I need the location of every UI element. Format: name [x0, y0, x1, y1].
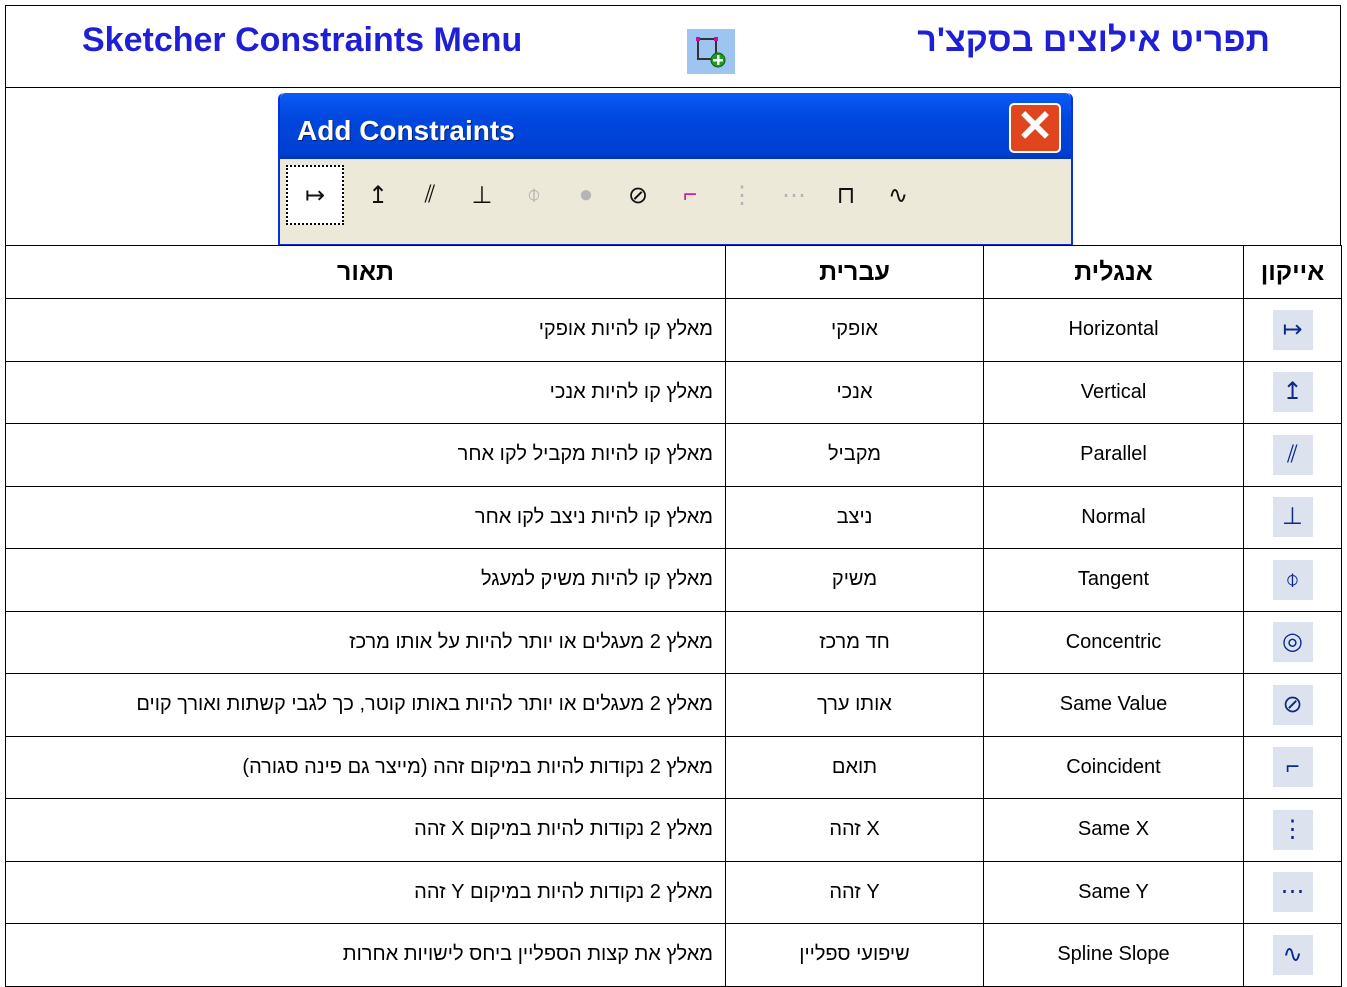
- tangent-constraint-icon[interactable]: ⌽: [514, 172, 554, 218]
- icon-cell: ⋯: [1243, 860, 1342, 924]
- english-name: Concentric: [983, 610, 1244, 674]
- english-name: Same X: [983, 798, 1244, 862]
- close-icon: ✕: [1016, 102, 1054, 151]
- english-name: Coincident: [983, 735, 1244, 799]
- english-name: Spline Slope: [983, 923, 1244, 987]
- header-hebrew: עברית: [725, 245, 984, 299]
- vertical-constraint-icon[interactable]: ↥: [358, 172, 398, 218]
- icon-cell: ⋮: [1243, 798, 1342, 862]
- same-value-constraint-icon: ⊘: [1272, 684, 1313, 725]
- coincident-constraint-icon[interactable]: ⌐: [670, 172, 710, 218]
- table-row: ⌐ Coincident תואם מאלץ 2 נקודות להיות במיקו…: [5, 735, 1342, 799]
- description: מאלץ קו להיות משיק למעגל: [5, 548, 726, 612]
- english-name: Horizontal: [983, 298, 1244, 362]
- spline-slope-constraint-icon: ∿: [1272, 934, 1313, 975]
- hebrew-name: משיק: [725, 548, 984, 612]
- coincident-constraint-icon: ⌐: [1272, 747, 1313, 788]
- english-name: Tangent: [983, 548, 1244, 612]
- hebrew-name: ניצב: [725, 485, 984, 549]
- concentric-constraint-icon[interactable]: ●: [566, 172, 606, 218]
- toolbar-icons: ↦ ↥ ⫽ ⊥ ⌽ ● ⊘ ⌐ ⋮ ⋯ ⊓ ∿: [286, 165, 930, 225]
- constraints-table: אייקון אנגלית עברית תאור ↦ Horizontal אופק…: [5, 245, 1342, 987]
- table-row: ⫽ Parallel מקביל מאלץ קו להיות מקביל לקו אח…: [5, 423, 1342, 487]
- description: מאלץ קו להיות אנכי: [5, 360, 726, 424]
- english-name: Parallel: [983, 423, 1244, 487]
- table-header-row: אייקון אנגלית עברית תאור: [5, 245, 1342, 299]
- english-name: Same Value: [983, 673, 1244, 737]
- normal-constraint-icon[interactable]: ⊥: [462, 172, 502, 218]
- close-button[interactable]: ✕: [1009, 103, 1061, 153]
- table-row: ◎ Concentric חד מרכז מאלץ 2 מעגלים או יותר …: [5, 610, 1342, 674]
- sketcher-constraint-icon: [687, 29, 735, 74]
- normal-constraint-icon: ⊥: [1272, 497, 1313, 538]
- spline-slope-constraint-icon[interactable]: ∿: [878, 172, 918, 218]
- header-description: תאור: [5, 245, 726, 299]
- same-y-constraint-icon[interactable]: ⋯: [774, 172, 814, 218]
- table-row: ⊘ Same Value אותו ערך מאלץ 2 מעגלים או יותר…: [5, 673, 1342, 737]
- add-constraints-toolbar[interactable]: Add Constraints ✕ ↦ ↥ ⫽ ⊥ ⌽ ● ⊘ ⌐ ⋮ ⋯ ⊓ ∿: [278, 93, 1073, 246]
- table-row: ∿ Spline Slope שיפועי ספליין מאלץ את קצות ה…: [5, 923, 1342, 987]
- hebrew-name: מקביל: [725, 423, 984, 487]
- fix-constraint-icon[interactable]: ⊓: [826, 172, 866, 218]
- same-y-constraint-icon: ⋯: [1272, 872, 1313, 913]
- description: מאלץ 2 נקודות להיות במיקום X זהה: [5, 798, 726, 862]
- table-row: ↦ Horizontal אופקי מאלץ קו להיות אופקי: [5, 298, 1342, 362]
- icon-cell: ⌽: [1243, 548, 1342, 612]
- description: מאלץ 2 נקודות להיות במיקום זהה (מייצר גם…: [5, 735, 726, 799]
- icon-cell: ◎: [1243, 610, 1342, 674]
- toolbar-title: Add Constraints: [297, 115, 515, 146]
- same-x-constraint-icon[interactable]: ⋮: [722, 172, 762, 218]
- description: מאלץ את קצות הספליין ביחס לישויות אחרות: [5, 923, 726, 987]
- header-english: אנגלית: [983, 245, 1244, 299]
- icon-cell: ⫽: [1243, 423, 1342, 487]
- hebrew-name: Y זהה: [725, 860, 984, 924]
- icon-cell: ∿: [1243, 923, 1342, 987]
- page-title-hebrew: תפריט אילוצים בסקצ'ר: [917, 21, 1270, 59]
- icon-cell: ⊥: [1243, 485, 1342, 549]
- vertical-constraint-icon: ↥: [1272, 372, 1313, 413]
- icon-cell: ↥: [1243, 360, 1342, 424]
- english-name: Same Y: [983, 860, 1244, 924]
- title-row: Sketcher Constraints Menu תפריט אילוצים …: [5, 5, 1341, 88]
- icon-cell: ↦: [1243, 298, 1342, 362]
- hebrew-name: אנכי: [725, 360, 984, 424]
- hebrew-name: שיפועי ספליין: [725, 923, 984, 987]
- description: מאלץ קו להיות מקביל לקו אחר: [5, 423, 726, 487]
- table-row: ⋮ Same XX זהה מאלץ 2 נקודות להיות במיקום X…: [5, 798, 1342, 862]
- table-row: ↥ Vertical אנכי מאלץ קו להיות אנכי: [5, 360, 1342, 424]
- icon-cell: ⌐: [1243, 735, 1342, 799]
- english-name: Vertical: [983, 360, 1244, 424]
- hebrew-name: חד מרכז: [725, 610, 984, 674]
- description: מאלץ 2 מעגלים או יותר להיות על אותו מרכז: [5, 610, 726, 674]
- description: מאלץ קו להיות ניצב לקו אחר: [5, 485, 726, 549]
- toolbar-titlebar[interactable]: Add Constraints ✕: [280, 93, 1071, 159]
- table-row: ⋯ Same YY זהה מאלץ 2 נקודות להיות במיקום Y…: [5, 860, 1342, 924]
- table-row: ⊥ Normal ניצב מאלץ קו להיות ניצב לקו אחר: [5, 485, 1342, 549]
- description: מאלץ 2 נקודות להיות במיקום Y זהה: [5, 860, 726, 924]
- hebrew-name: תואם: [725, 735, 984, 799]
- concentric-constraint-icon: ◎: [1272, 622, 1313, 663]
- same-x-constraint-icon: ⋮: [1272, 809, 1313, 850]
- same-value-constraint-icon[interactable]: ⊘: [618, 172, 658, 218]
- hebrew-name: אופקי: [725, 298, 984, 362]
- horizontal-constraint-icon[interactable]: ↦: [286, 165, 344, 225]
- parallel-constraint-icon[interactable]: ⫽: [410, 172, 450, 218]
- hebrew-name: X זהה: [725, 798, 984, 862]
- header-icon: אייקון: [1243, 245, 1342, 299]
- horizontal-constraint-icon: ↦: [1272, 309, 1313, 350]
- english-name: Normal: [983, 485, 1244, 549]
- table-row: ⌽ Tangent משיק מאלץ קו להיות משיק למעגל: [5, 548, 1342, 612]
- description: מאלץ 2 מעגלים או יותר להיות באותו קוטר, …: [5, 673, 726, 737]
- hebrew-name: אותו ערך: [725, 673, 984, 737]
- tangent-constraint-icon: ⌽: [1272, 559, 1313, 600]
- description: מאלץ קו להיות אופקי: [5, 298, 726, 362]
- page-title-english: Sketcher Constraints Menu: [82, 21, 523, 59]
- parallel-constraint-icon: ⫽: [1272, 434, 1313, 475]
- icon-cell: ⊘: [1243, 673, 1342, 737]
